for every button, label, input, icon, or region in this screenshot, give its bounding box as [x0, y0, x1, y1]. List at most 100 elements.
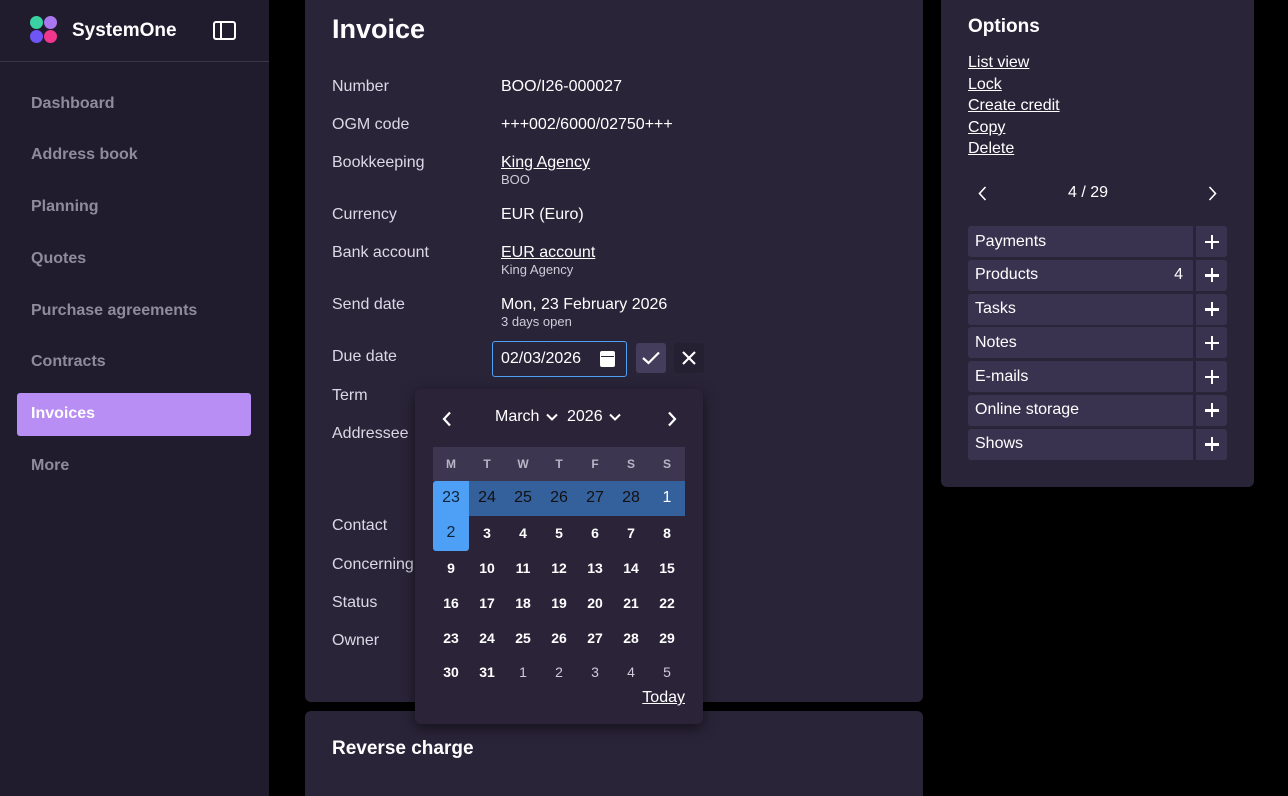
bank-account-link[interactable]: EUR account	[501, 244, 595, 261]
week-row: 9 10 11 12 13 14 15	[433, 551, 685, 586]
day-cell[interactable]: 6	[577, 516, 613, 551]
day-cell[interactable]: 29	[649, 620, 685, 655]
day-cell[interactable]: 27	[577, 620, 613, 655]
day-cell[interactable]: 20	[577, 585, 613, 620]
day-cell[interactable]: 3	[469, 516, 505, 551]
sidebar-item-planning[interactable]: Planning	[17, 186, 251, 229]
cancel-button[interactable]	[674, 343, 704, 373]
day-cell-next-month[interactable]: 2	[541, 655, 577, 690]
day-cell[interactable]: 23	[433, 620, 469, 655]
day-cell[interactable]: 19	[541, 585, 577, 620]
day-cell[interactable]: 18	[505, 585, 541, 620]
related-item-payments: Payments	[968, 226, 1227, 260]
related-item-button[interactable]: E-mails	[968, 361, 1193, 393]
delete-link[interactable]: Delete	[968, 139, 1060, 161]
day-cell[interactable]: 22	[649, 585, 685, 620]
day-cell[interactable]: 24	[469, 620, 505, 655]
day-cell[interactable]: 13	[577, 551, 613, 586]
day-cell[interactable]: 16	[433, 585, 469, 620]
add-task-button[interactable]	[1196, 293, 1227, 325]
day-cell[interactable]: 4	[505, 516, 541, 551]
options-links: List view Lock Create credit Copy Delete	[968, 53, 1060, 161]
day-cell[interactable]: 15	[649, 551, 685, 586]
day-cell[interactable]: 25	[505, 620, 541, 655]
calendar-icon[interactable]	[600, 351, 615, 367]
day-cell[interactable]: 8	[649, 516, 685, 551]
day-cell[interactable]: 31	[469, 655, 505, 690]
sidebar-item-invoices[interactable]: Invoices	[17, 392, 251, 436]
related-item-button[interactable]: Tasks	[968, 293, 1193, 325]
day-cell-next-month[interactable]: 5	[649, 655, 685, 690]
lock-link[interactable]: Lock	[968, 75, 1060, 97]
day-cell[interactable]: 21	[613, 585, 649, 620]
day-cell[interactable]: 24	[469, 481, 505, 516]
day-cell[interactable]: 12	[541, 551, 577, 586]
day-cell[interactable]: 14	[613, 551, 649, 586]
sidebar-item-dashboard[interactable]: Dashboard	[17, 82, 251, 125]
create-credit-link[interactable]: Create credit	[968, 96, 1060, 118]
add-note-button[interactable]	[1196, 327, 1227, 359]
day-cell-next-month[interactable]: 1	[505, 655, 541, 690]
related-item-button[interactable]: Shows	[968, 428, 1193, 460]
day-cell[interactable]: 9	[433, 551, 469, 586]
day-cell-next-month[interactable]: 4	[613, 655, 649, 690]
weekday-label: S	[626, 457, 635, 471]
copy-link[interactable]: Copy	[968, 118, 1060, 140]
bank-account-label: Bank account	[332, 244, 429, 261]
owner-label: Owner	[332, 632, 380, 649]
weekday-label: M	[446, 457, 456, 471]
add-show-button[interactable]	[1196, 428, 1227, 460]
add-payment-button[interactable]	[1196, 226, 1227, 257]
list-view-link[interactable]: List view	[968, 53, 1060, 75]
sidebar-toggle-icon[interactable]	[213, 21, 236, 40]
pager-next-button[interactable]	[1201, 182, 1223, 204]
plus-icon	[1204, 369, 1219, 384]
add-online-storage-button[interactable]	[1196, 394, 1227, 426]
today-link[interactable]: Today	[642, 689, 685, 707]
add-product-button[interactable]	[1196, 259, 1227, 291]
related-item-button[interactable]: Products 4	[968, 259, 1193, 291]
related-item-label: Online storage	[975, 401, 1080, 419]
day-cell[interactable]: 1	[649, 481, 685, 516]
pager-position: 4 / 29	[1068, 184, 1109, 201]
contact-label: Contact	[332, 517, 388, 534]
day-cell[interactable]: 17	[469, 585, 505, 620]
day-cell[interactable]: 28	[613, 620, 649, 655]
pager-prev-button[interactable]	[971, 182, 993, 204]
add-email-button[interactable]	[1196, 361, 1227, 393]
related-item-online-storage: Online storage	[968, 394, 1227, 429]
due-date-input[interactable]: 02/03/2026	[492, 341, 627, 377]
day-cell[interactable]: 26	[541, 620, 577, 655]
day-cell-selected[interactable]: 2	[433, 515, 469, 551]
brand[interactable]: SystemOne	[30, 16, 177, 46]
day-cell-next-month[interactable]: 3	[577, 655, 613, 690]
day-cell[interactable]: 26	[541, 481, 577, 516]
day-cell[interactable]: 30	[433, 655, 469, 690]
day-cell[interactable]: 7	[613, 516, 649, 551]
week-row: 16 17 18 19 20 21 22	[433, 585, 685, 620]
plus-icon	[1204, 403, 1219, 418]
related-item-button[interactable]: Notes	[968, 327, 1193, 359]
related-item-button[interactable]: Online storage	[968, 394, 1193, 426]
confirm-button[interactable]	[636, 343, 666, 373]
day-cell[interactable]: 10	[469, 551, 505, 586]
day-cell[interactable]: 5	[541, 516, 577, 551]
sidebar-item-address-book[interactable]: Address book	[17, 134, 251, 177]
day-cell-today[interactable]: 23	[433, 481, 469, 516]
day-cell[interactable]: 27	[577, 481, 613, 516]
sidebar-item-purchase-agreements[interactable]: Purchase agreements	[17, 289, 251, 332]
day-cell[interactable]: 28	[613, 481, 649, 516]
sidebar-item-contracts[interactable]: Contracts	[17, 341, 251, 384]
day-cell[interactable]: 11	[505, 551, 541, 586]
month-select[interactable]: March	[495, 408, 558, 426]
related-item-button[interactable]: Payments	[968, 226, 1193, 257]
next-month-button[interactable]	[660, 407, 684, 431]
bookkeeping-link[interactable]: King Agency	[501, 154, 590, 171]
sidebar: SystemOne Dashboard Address book Plannin…	[0, 0, 269, 796]
sidebar-item-quotes[interactable]: Quotes	[17, 237, 251, 280]
number-label: Number	[332, 78, 389, 95]
year-select[interactable]: 2026	[567, 408, 621, 426]
prev-month-button[interactable]	[435, 407, 459, 431]
day-cell[interactable]: 25	[505, 481, 541, 516]
sidebar-item-more[interactable]: More	[17, 445, 251, 488]
